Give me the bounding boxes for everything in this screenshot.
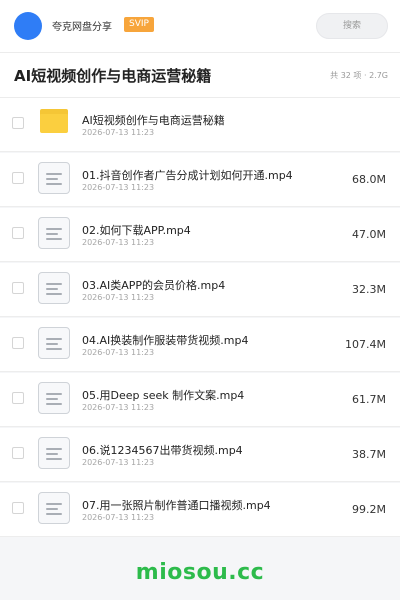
file-name: 07.用一张照片制作普通口播视频.mp4: [82, 499, 271, 512]
avatar[interactable]: [14, 12, 42, 40]
document-icon: [38, 327, 70, 359]
top-bar: 夸克网盘分享 SVIP 搜索: [0, 0, 400, 53]
document-icon: [38, 162, 70, 194]
file-date: 2026-07-13 11:23: [82, 403, 155, 412]
file-date: 2026-07-13 11:23: [82, 348, 155, 357]
item-checkbox[interactable]: [12, 337, 24, 349]
item-checkbox[interactable]: [12, 227, 24, 239]
file-size: 68.0M: [352, 173, 386, 186]
file-size: 61.7M: [352, 393, 386, 406]
file-date: 2026-07-13 11:23: [82, 293, 155, 302]
document-icon: [38, 272, 70, 304]
folder-icon: [40, 109, 68, 133]
document-icon: [38, 382, 70, 414]
file-list: AI短视频创作与电商运营秘籍 2026-07-13 11:23 01.抖音创作者…: [0, 98, 400, 538]
file-date: 2026-07-13 11:23: [82, 458, 155, 467]
list-item-file[interactable]: 02.如何下载APP.mp4 2026-07-13 11:23 47.0M: [0, 208, 400, 262]
list-item-file[interactable]: 04.AI换装制作服装带货视频.mp4 2026-07-13 11:23 107…: [0, 318, 400, 372]
file-date: 2026-07-13 11:23: [82, 128, 155, 137]
share-stats: 共 32 项 · 2.7G: [330, 71, 388, 80]
share-header: AI短视频创作与电商运营秘籍 共 32 项 · 2.7G: [0, 53, 400, 98]
item-checkbox[interactable]: [12, 282, 24, 294]
file-date: 2026-07-13 11:23: [82, 513, 155, 522]
file-size: 107.4M: [345, 338, 386, 351]
list-item-file[interactable]: 05.用Deep seek 制作文案.mp4 2026-07-13 11:23 …: [0, 373, 400, 427]
document-icon: [38, 492, 70, 524]
file-name: 02.如何下载APP.mp4: [82, 224, 191, 237]
item-checkbox[interactable]: [12, 172, 24, 184]
file-name: 01.抖音创作者广告分成计划如何开通.mp4: [82, 169, 293, 182]
file-name: 06.说1234567出带货视频.mp4: [82, 444, 243, 457]
page-title: AI短视频创作与电商运营秘籍: [14, 67, 212, 85]
user-name: 夸克网盘分享: [52, 22, 112, 33]
file-name: AI短视频创作与电商运营秘籍: [82, 114, 225, 127]
list-item-file[interactable]: 01.抖音创作者广告分成计划如何开通.mp4 2026-07-13 11:23 …: [0, 153, 400, 207]
file-date: 2026-07-13 11:23: [82, 183, 155, 192]
vip-badge: SVIP: [124, 17, 154, 32]
list-item-file[interactable]: 07.用一张照片制作普通口播视频.mp4 2026-07-13 11:23 99…: [0, 483, 400, 537]
file-size: 47.0M: [352, 228, 386, 241]
item-checkbox[interactable]: [12, 392, 24, 404]
list-item-folder[interactable]: AI短视频创作与电商运营秘籍 2026-07-13 11:23: [0, 98, 400, 152]
item-checkbox[interactable]: [12, 117, 24, 129]
search-input[interactable]: 搜索: [316, 13, 388, 39]
watermark-text: miosou.cc: [135, 560, 265, 585]
document-icon: [38, 437, 70, 469]
list-item-file[interactable]: 06.说1234567出带货视频.mp4 2026-07-13 11:23 38…: [0, 428, 400, 482]
document-icon: [38, 217, 70, 249]
file-date: 2026-07-13 11:23: [82, 238, 155, 247]
file-size: 99.2M: [352, 503, 386, 516]
file-name: 05.用Deep seek 制作文案.mp4: [82, 389, 245, 402]
item-checkbox[interactable]: [12, 502, 24, 514]
item-checkbox[interactable]: [12, 447, 24, 459]
file-size: 32.3M: [352, 283, 386, 296]
file-name: 03.AI类APP的会员价格.mp4: [82, 279, 226, 292]
file-name: 04.AI换装制作服装带货视频.mp4: [82, 334, 249, 347]
list-item-file[interactable]: 03.AI类APP的会员价格.mp4 2026-07-13 11:23 32.3…: [0, 263, 400, 317]
file-size: 38.7M: [352, 448, 386, 461]
